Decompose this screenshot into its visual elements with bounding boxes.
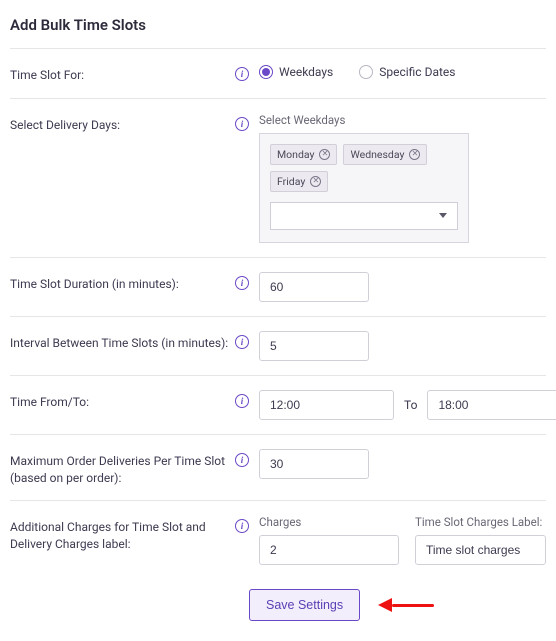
label-interval: Interval Between Time Slots (in minutes)…: [10, 331, 235, 352]
weekday-select[interactable]: [270, 202, 458, 230]
row-interval: Interval Between Time Slots (in minutes)…: [10, 317, 546, 375]
charges-label-input[interactable]: [415, 535, 546, 565]
charges-input[interactable]: [259, 535, 399, 565]
radio-weekdays-label: Weekdays: [279, 65, 333, 79]
tag-wednesday-label: Wednesday: [350, 148, 404, 161]
info-icon[interactable]: i: [235, 394, 249, 408]
info-icon[interactable]: i: [235, 519, 249, 533]
save-row: Save Settings: [10, 579, 546, 621]
arrow-annotation-icon: [378, 596, 434, 614]
tag-friday-label: Friday: [277, 175, 305, 188]
row-select-days: Select Delivery Days: i Select Weekdays …: [10, 99, 546, 257]
save-settings-button[interactable]: Save Settings: [249, 589, 360, 621]
label-duration: Time Slot Duration (in minutes):: [10, 272, 235, 293]
radio-weekdays[interactable]: Weekdays: [259, 65, 333, 79]
page-title: Add Bulk Time Slots: [10, 16, 546, 34]
remove-tag-icon[interactable]: ✕: [310, 176, 321, 187]
interval-input[interactable]: [259, 331, 369, 361]
row-time-slot-for: Time Slot For: i Weekdays Specific Dates: [10, 49, 546, 98]
weekday-tags: Monday ✕ Wednesday ✕ Friday ✕: [270, 144, 458, 192]
info-icon[interactable]: i: [235, 335, 249, 349]
label-max-orders: Maximum Order Deliveries Per Time Slot (…: [10, 449, 235, 487]
row-max-orders: Maximum Order Deliveries Per Time Slot (…: [10, 435, 546, 501]
label-time-slot-for: Time Slot For:: [10, 63, 235, 84]
info-icon[interactable]: i: [235, 276, 249, 290]
sub-label-select-weekdays: Select Weekdays: [259, 113, 546, 127]
to-label: To: [404, 398, 417, 412]
info-icon[interactable]: i: [235, 67, 249, 81]
radio-circle-icon: [359, 65, 373, 79]
label-time-range: Time From/To:: [10, 390, 235, 411]
weekday-tag-box: Monday ✕ Wednesday ✕ Friday ✕: [259, 133, 469, 243]
max-orders-input[interactable]: [259, 449, 369, 479]
duration-input[interactable]: [259, 272, 369, 302]
radio-group-time-slot-for: Weekdays Specific Dates: [259, 63, 455, 79]
tag-monday-label: Monday: [277, 148, 314, 161]
time-to-input[interactable]: [427, 390, 556, 420]
remove-tag-icon[interactable]: ✕: [409, 149, 420, 160]
info-icon[interactable]: i: [235, 117, 249, 131]
tag-wednesday: Wednesday ✕: [343, 144, 427, 165]
chevron-down-icon: [439, 213, 447, 218]
time-from-input[interactable]: [259, 390, 394, 420]
radio-specific-label: Specific Dates: [379, 65, 455, 79]
tag-monday: Monday ✕: [270, 144, 337, 165]
sub-label-charges-label: Time Slot Charges Label:: [415, 515, 546, 529]
sub-label-charges: Charges: [259, 515, 399, 529]
radio-circle-icon: [259, 65, 273, 79]
info-icon[interactable]: i: [235, 453, 249, 467]
row-additional-charges: Additional Charges for Time Slot and Del…: [10, 501, 546, 579]
tag-friday: Friday ✕: [270, 171, 328, 192]
radio-specific-dates[interactable]: Specific Dates: [359, 65, 455, 79]
row-duration: Time Slot Duration (in minutes): i: [10, 258, 546, 316]
remove-tag-icon[interactable]: ✕: [319, 149, 330, 160]
row-time-range: Time From/To: i To: [10, 376, 546, 434]
label-select-days: Select Delivery Days:: [10, 113, 235, 134]
label-additional: Additional Charges for Time Slot and Del…: [10, 515, 235, 553]
